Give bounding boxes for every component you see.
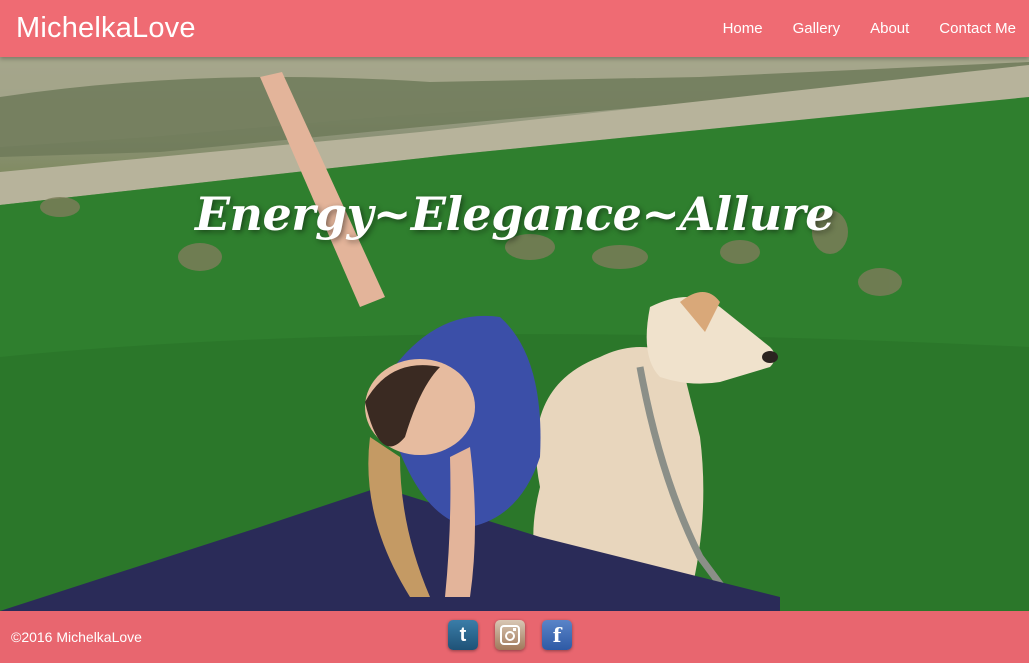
nav-gallery[interactable]: Gallery xyxy=(778,20,856,37)
hero-tagline: Energy~Elegance~Allure xyxy=(194,187,835,241)
brand-logo[interactable]: MichelkaLove xyxy=(16,12,196,45)
instagram-icon[interactable] xyxy=(495,620,525,650)
copyright-text: ©2016 MichelkaLove xyxy=(11,629,142,645)
nav-about[interactable]: About xyxy=(855,20,924,37)
nav-contact-me[interactable]: Contact Me xyxy=(924,20,1016,37)
top-navbar: MichelkaLove Home Gallery About Contact … xyxy=(0,0,1029,57)
camera-icon xyxy=(500,625,520,645)
tumblr-icon[interactable]: t xyxy=(448,620,478,650)
hero-photo xyxy=(0,57,1029,611)
footer: ©2016 MichelkaLove t f xyxy=(0,611,1029,663)
main-nav: Home Gallery About Contact Me xyxy=(708,20,1016,37)
facebook-icon[interactable]: f xyxy=(542,620,572,650)
hero-banner: Energy~Elegance~Allure xyxy=(0,57,1029,611)
social-links: t f xyxy=(448,620,572,650)
nav-home[interactable]: Home xyxy=(708,20,778,37)
